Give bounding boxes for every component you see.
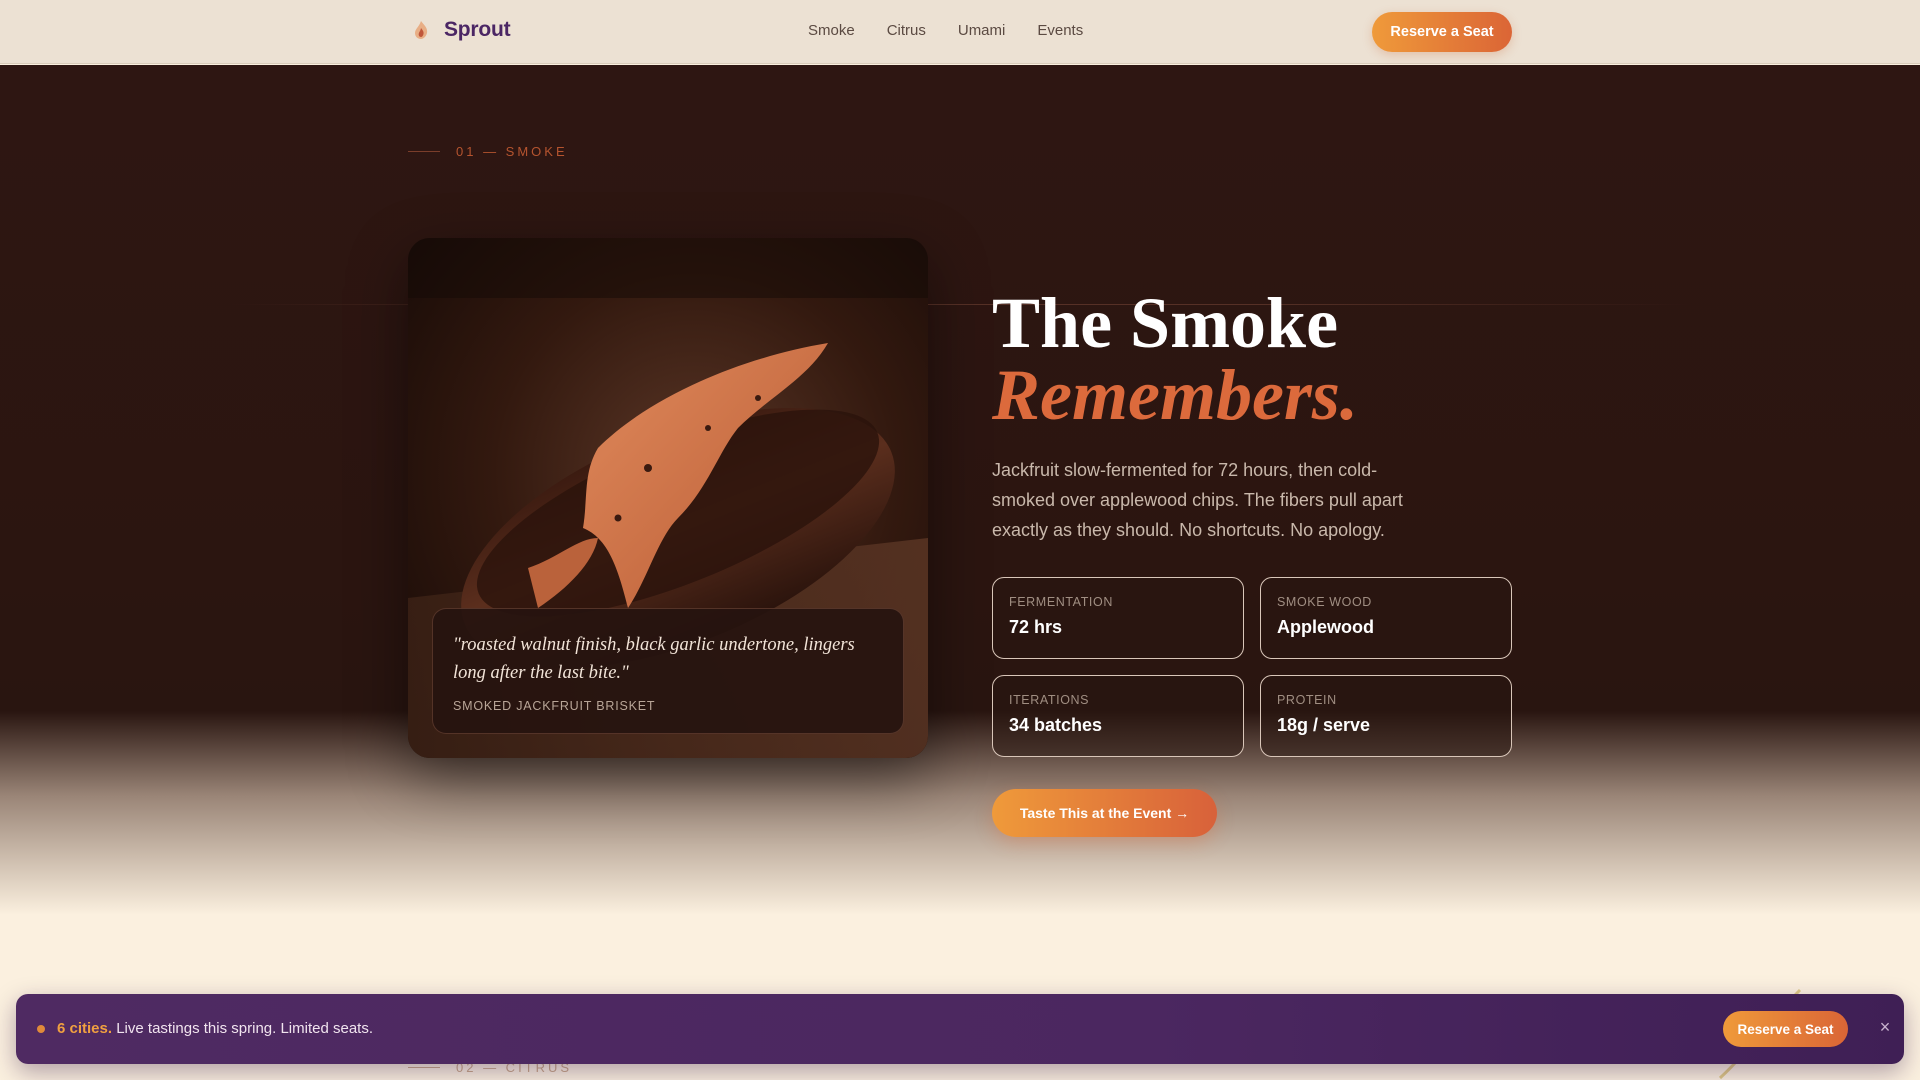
stat-label: SMOKE WOOD <box>1277 595 1372 609</box>
stats-grid: FERMENTATION 72 hrs SMOKE WOOD Applewood… <box>992 577 1512 757</box>
headline-line-2: Remembers. <box>992 355 1358 435</box>
stat-card-smoke-wood: SMOKE WOOD Applewood <box>1260 577 1512 659</box>
nav-link-citrus[interactable]: Citrus <box>887 22 926 39</box>
tasting-quote-card: "roasted walnut finish, black garlic und… <box>432 608 904 734</box>
taste-at-event-button[interactable]: Taste This at the Event → <box>992 789 1217 837</box>
reserve-seat-button[interactable]: Reserve a Seat <box>1372 12 1512 52</box>
nav-link-umami[interactable]: Umami <box>958 22 1006 39</box>
stat-card-protein: PROTEIN 18g / serve <box>1260 675 1512 757</box>
stat-card-iterations: ITERATIONS 34 batches <box>992 675 1244 757</box>
stat-value: Applewood <box>1277 617 1374 637</box>
announcement-banner: 6 cities. Live tastings this spring. Lim… <box>16 994 1904 1064</box>
label-dash <box>408 1067 440 1068</box>
section-label-text: 01 — SMOKE <box>456 144 568 159</box>
stat-value: 72 hrs <box>1009 617 1063 637</box>
banner-message: 6 cities. Live tastings this spring. Lim… <box>57 1020 373 1037</box>
banner-reserve-seat-button[interactable]: Reserve a Seat <box>1723 1011 1848 1047</box>
flame-leaf-icon <box>415 21 428 39</box>
banner-highlight: 6 cities. <box>57 1020 113 1037</box>
smoke-section: 01 — SMOKE "roasted walnut finish, black… <box>0 65 1920 915</box>
nav-link-events[interactable]: Events <box>1037 22 1083 39</box>
top-navbar: Sprout Smoke Citrus Umami Events Reserve… <box>0 0 1920 64</box>
stat-value: 34 batches <box>1009 715 1103 735</box>
main-nav: Smoke Citrus Umami Events <box>808 22 1083 39</box>
label-dash <box>408 151 440 152</box>
stat-label: PROTEIN <box>1277 693 1337 707</box>
hero-headline: The Smoke Remembers. <box>992 287 1358 431</box>
dish-name: SMOKED JACKFRUIT BRISKET <box>453 699 656 713</box>
stat-label: ITERATIONS <box>1009 693 1090 707</box>
nav-link-smoke[interactable]: Smoke <box>808 22 855 39</box>
headline-line-1: The Smoke <box>992 283 1339 363</box>
section-label: 01 — SMOKE <box>408 144 568 159</box>
brand-name: Sprout <box>444 18 511 41</box>
stat-value: 18g / serve <box>1277 715 1371 735</box>
status-dot <box>37 1025 45 1033</box>
close-icon[interactable]: × <box>1874 1017 1896 1038</box>
stat-card-fermentation: FERMENTATION 72 hrs <box>992 577 1244 659</box>
dish-photo-card: "roasted walnut finish, black garlic und… <box>408 238 928 758</box>
hero-description: Jackfruit slow-fermented for 72 hours, t… <box>992 460 1403 540</box>
tasting-quote: "roasted walnut finish, black garlic und… <box>453 635 855 683</box>
brand-logo[interactable]: Sprout <box>410 18 511 42</box>
banner-text: Live tastings this spring. Limited seats… <box>112 1020 374 1037</box>
stat-label: FERMENTATION <box>1009 595 1113 609</box>
